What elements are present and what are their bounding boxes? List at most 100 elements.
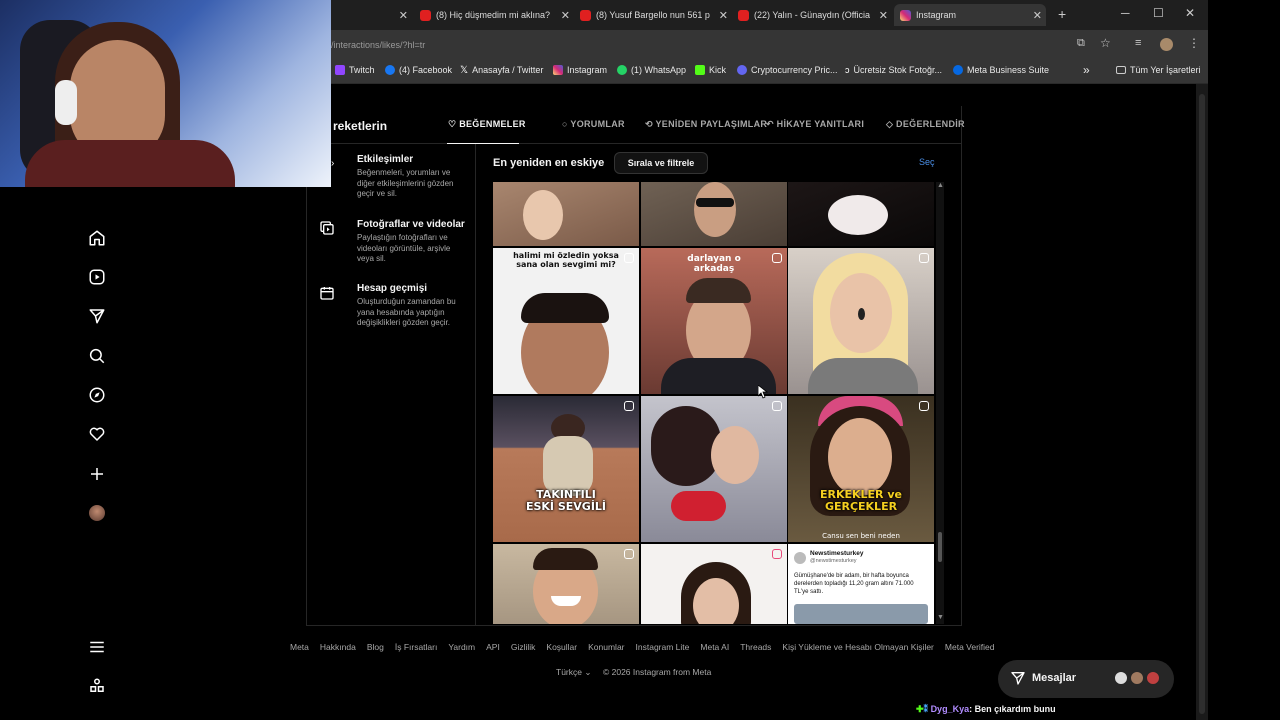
all-bookmarks-folder[interactable]: Tüm Yer İşaretleri	[1116, 65, 1201, 75]
close-tab-icon[interactable]: ✕	[719, 9, 728, 22]
more-menu-icon[interactable]: ⋮	[1188, 36, 1200, 50]
browser-tab-2[interactable]: (8) Yusuf Bargello nun 561 p ✕	[580, 4, 728, 26]
footer-link[interactable]: Konumlar	[588, 642, 624, 652]
tab-likes[interactable]: ♡ BEĞENMELER	[448, 119, 526, 130]
post-thumbnail[interactable]: halimi mi özledin yoksa sana olan sevgim…	[493, 248, 639, 394]
post-thumbnail[interactable]	[641, 544, 787, 624]
tab-story-replies[interactable]: ↶ HİKAYE YANITLARI	[766, 119, 864, 130]
bookmark-stock-photos[interactable]: ↄ Ücretsiz Stok Fotoğr...	[845, 65, 942, 75]
create-plus-icon[interactable]	[88, 465, 106, 483]
footer-link[interactable]: Meta AI	[700, 642, 729, 652]
more-menu-icon[interactable]	[88, 638, 106, 656]
post-thumbnail[interactable]: TAKINTILI ESKİ SEVGİLİ	[493, 396, 639, 542]
reels-icon[interactable]	[88, 268, 106, 286]
browser-tab-3[interactable]: (22) Yalın - Günaydın (Officia ✕	[738, 4, 888, 26]
instagram-icon	[900, 9, 911, 21]
bookmark-twitch[interactable]: Twitch	[335, 65, 375, 75]
bookmark-crypto[interactable]: Cryptocurrency Pric...	[737, 65, 838, 75]
media-control-icon[interactable]: ≡	[1135, 37, 1141, 49]
notifications-heart-icon[interactable]	[88, 425, 106, 443]
footer-link[interactable]: Kişi Yükleme ve Hesabı Olmayan Kişiler	[782, 642, 934, 652]
footer-link[interactable]: API	[486, 642, 500, 652]
footer-link[interactable]: Hakkında	[320, 642, 356, 652]
post-thumbnail[interactable]: darlayan o arkadaş	[641, 248, 787, 394]
tab-title: (8) Yusuf Bargello nun 561 p	[596, 10, 710, 20]
footer-link[interactable]: İş Fırsatları	[395, 642, 438, 652]
bookmark-instagram[interactable]: Instagram	[553, 65, 607, 75]
direct-messages-icon[interactable]	[88, 307, 106, 325]
bookmark-star-icon[interactable]: ☆	[1100, 36, 1111, 50]
footer-link[interactable]: Meta	[290, 642, 309, 652]
youtube-icon	[738, 9, 749, 21]
post-thumbnail[interactable]	[641, 396, 787, 542]
grid-scrollbar[interactable]: ▲ ▼	[936, 182, 944, 624]
footer-link[interactable]: Yardım	[448, 642, 475, 652]
post-thumbnail[interactable]: Newstimesturkey @newstimesturkey Gümüşha…	[788, 544, 934, 624]
menu-interactions[interactable]: Etkileşimler Beğenmeleri, yorumları ve d…	[357, 154, 465, 200]
grid-scrollbar-thumb[interactable]	[938, 532, 942, 562]
post-thumbnail[interactable]	[493, 544, 639, 624]
chat-username: Dyg_Kya	[930, 704, 970, 714]
close-window-icon[interactable]: ✕	[1185, 6, 1195, 20]
kick-icon	[695, 65, 705, 75]
reel-icon	[772, 401, 782, 411]
select-link[interactable]: Seç	[919, 157, 935, 167]
tab-title: Instagram	[916, 10, 957, 20]
tab-reposts[interactable]: ⟲ YENİDEN PAYLAŞIMLAR	[645, 119, 767, 130]
bookmark-kick[interactable]: Kick	[695, 65, 726, 75]
reel-icon	[624, 549, 634, 559]
browser-tab-instagram[interactable]: Instagram ✕	[894, 4, 1046, 26]
bookmark-facebook[interactable]: (4) Facebook	[385, 65, 452, 75]
post-thumbnail[interactable]	[641, 182, 787, 246]
messages-label: Mesajlar	[1032, 672, 1077, 684]
close-tab-icon[interactable]: ✕	[561, 9, 570, 22]
profile-avatar-icon[interactable]	[1160, 38, 1173, 51]
facebook-icon	[385, 65, 395, 75]
bookmark-twitter[interactable]: 𝕏 Anasayfa / Twitter	[460, 65, 543, 76]
footer-link[interactable]: Meta Verified	[945, 642, 995, 652]
language-selector[interactable]: Türkçe ⌄	[556, 667, 591, 678]
browser-tab-partial[interactable]: ✕	[333, 4, 408, 26]
repost-icon: ⟲	[645, 119, 653, 129]
scrollbar-thumb[interactable]	[1199, 94, 1205, 714]
browser-tab-1[interactable]: (8) Hiç düşmedim mi aklına? ✕	[420, 4, 570, 26]
menu-photos-videos[interactable]: Fotoğraflar ve videolar Paylaştığın foto…	[357, 219, 465, 265]
section-title: reketlerin	[333, 119, 388, 133]
footer-link[interactable]: Koşullar	[546, 642, 577, 652]
profile-avatar[interactable]	[89, 505, 105, 521]
scroll-up-icon[interactable]: ▲	[937, 182, 944, 189]
mouse-cursor-icon	[758, 385, 768, 399]
maximize-icon[interactable]: ☐	[1153, 6, 1164, 20]
copyright: © 2026 Instagram from Meta	[603, 667, 712, 677]
page-scrollbar[interactable]	[1196, 84, 1208, 720]
minimize-icon[interactable]: ─	[1121, 6, 1130, 20]
post-thumbnail[interactable]	[788, 182, 934, 246]
bookmark-whatsapp[interactable]: (1) WhatsApp	[617, 65, 686, 75]
tab-reviews[interactable]: ◇ DEĞERLENDİR	[886, 119, 965, 130]
heart-icon: ♡	[448, 119, 457, 129]
scroll-down-icon[interactable]: ▼	[937, 614, 944, 621]
post-thumbnail[interactable]: ERKEKLER ve GERÇEKLER Cansu sen beni ned…	[788, 396, 934, 542]
footer-link[interactable]: Threads	[740, 642, 771, 652]
also-from-meta-icon[interactable]	[88, 677, 106, 695]
post-thumbnail[interactable]	[493, 182, 639, 246]
new-tab-icon[interactable]: +	[1058, 6, 1066, 22]
close-tab-icon[interactable]: ✕	[879, 9, 888, 22]
footer-link[interactable]: Gizlilik	[511, 642, 536, 652]
tab-comments[interactable]: ○ YORUMLAR	[562, 119, 625, 129]
more-bookmarks-icon[interactable]: »	[1083, 63, 1090, 77]
home-icon[interactable]	[88, 229, 106, 247]
footer-link[interactable]: Instagram Lite	[636, 642, 690, 652]
search-icon[interactable]	[88, 347, 106, 365]
close-tab-icon[interactable]: ✕	[399, 9, 408, 22]
red-garment	[671, 491, 726, 521]
menu-account-history[interactable]: Hesap geçmişi Oluşturduğun zamandan bu y…	[357, 283, 465, 329]
explore-icon[interactable]	[88, 386, 106, 404]
sort-filter-button[interactable]: Sırala ve filtrele	[614, 152, 708, 174]
bookmark-meta-business[interactable]: Meta Business Suite	[953, 65, 1049, 75]
post-thumbnail[interactable]	[788, 248, 934, 394]
close-tab-icon[interactable]: ✕	[1033, 9, 1042, 22]
url-field[interactable]: /interactions/likes/?hl=tr	[331, 40, 425, 50]
install-app-icon[interactable]: ⧉	[1077, 37, 1085, 50]
footer-link[interactable]: Blog	[367, 642, 384, 652]
